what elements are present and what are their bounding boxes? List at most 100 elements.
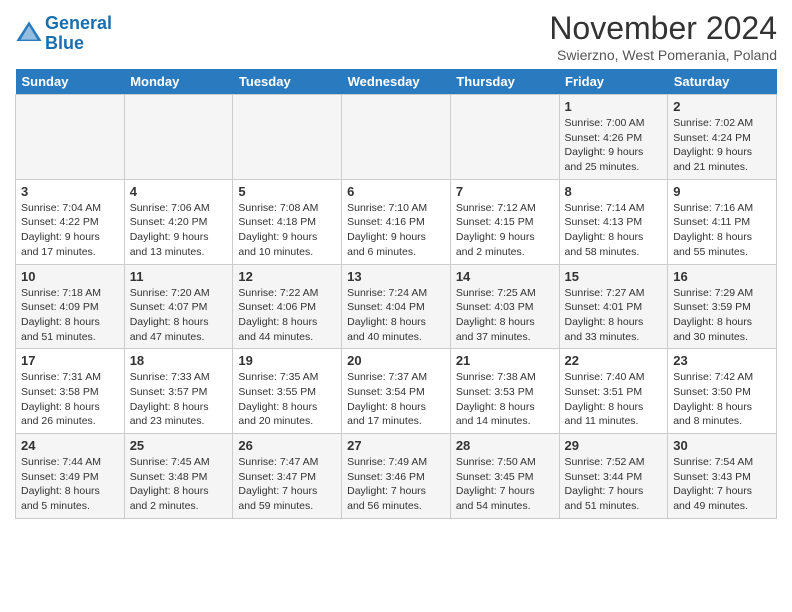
col-tuesday: Tuesday: [233, 69, 342, 95]
calendar-cell: 30 Sunrise: 7:54 AM Sunset: 3:43 PM Dayli…: [668, 434, 777, 519]
calendar-cell: [16, 95, 125, 180]
day-info: Sunrise: 7:45 AM Sunset: 3:48 PM Dayligh…: [130, 455, 228, 514]
header-row: Sunday Monday Tuesday Wednesday Thursday…: [16, 69, 777, 95]
day-info: Sunrise: 7:50 AM Sunset: 3:45 PM Dayligh…: [456, 455, 554, 514]
month-title: November 2024: [549, 10, 777, 47]
logo-text: General Blue: [45, 14, 112, 54]
day-number: 28: [456, 438, 554, 453]
calendar-cell: 9Sunrise: 7:16 AM Sunset: 4:11 PM Daylig…: [668, 179, 777, 264]
day-info: Sunrise: 7:27 AM Sunset: 4:01 PM Dayligh…: [565, 286, 663, 345]
day-info: Sunrise: 7:29 AM Sunset: 3:59 PM Dayligh…: [673, 286, 771, 345]
day-number: 23: [673, 353, 771, 368]
col-wednesday: Wednesday: [342, 69, 451, 95]
calendar-cell: 23 Sunrise: 7:42 AM Sunset: 3:50 PM Dayli…: [668, 349, 777, 434]
logo-line2: Blue: [45, 33, 84, 53]
day-number: 25: [130, 438, 228, 453]
day-info: Sunrise: 7:08 AM Sunset: 4:18 PM Dayligh…: [238, 201, 336, 260]
calendar-cell: 20 Sunrise: 7:37 AM Sunset: 3:54 PM Dayli…: [342, 349, 451, 434]
calendar-cell: 2 Sunrise: 7:02 AM Sunset: 4:24 PM Daylig…: [668, 95, 777, 180]
day-number: 5: [238, 184, 336, 199]
day-info: Sunrise: 7:10 AM Sunset: 4:16 PM Dayligh…: [347, 201, 445, 260]
calendar-cell: 25 Sunrise: 7:45 AM Sunset: 3:48 PM Dayli…: [124, 434, 233, 519]
calendar-cell: 17 Sunrise: 7:31 AM Sunset: 3:58 PM Dayli…: [16, 349, 125, 434]
calendar-cell: 26Sunrise: 7:47 AM Sunset: 3:47 PM Dayli…: [233, 434, 342, 519]
day-number: 20: [347, 353, 445, 368]
page-header: General Blue November 2024 Swierzno, Wes…: [15, 10, 777, 63]
day-info: Sunrise: 7:38 AM Sunset: 3:53 PM Dayligh…: [456, 370, 554, 429]
day-info: Sunrise: 7:20 AM Sunset: 4:07 PM Dayligh…: [130, 286, 228, 345]
col-thursday: Thursday: [450, 69, 559, 95]
calendar-week-2: 10 Sunrise: 7:18 AM Sunset: 4:09 PM Dayli…: [16, 264, 777, 349]
day-info: Sunrise: 7:31 AM Sunset: 3:58 PM Dayligh…: [21, 370, 119, 429]
calendar-week-4: 24Sunrise: 7:44 AM Sunset: 3:49 PM Dayli…: [16, 434, 777, 519]
calendar-cell: 11 Sunrise: 7:20 AM Sunset: 4:07 PM Dayli…: [124, 264, 233, 349]
calendar-cell: 12Sunrise: 7:22 AM Sunset: 4:06 PM Dayli…: [233, 264, 342, 349]
calendar-cell: [342, 95, 451, 180]
calendar-cell: 14 Sunrise: 7:25 AM Sunset: 4:03 PM Dayli…: [450, 264, 559, 349]
calendar-cell: 4Sunrise: 7:06 AM Sunset: 4:20 PM Daylig…: [124, 179, 233, 264]
calendar-cell: 21 Sunrise: 7:38 AM Sunset: 3:53 PM Dayli…: [450, 349, 559, 434]
calendar-cell: 19 Sunrise: 7:35 AM Sunset: 3:55 PM Dayli…: [233, 349, 342, 434]
day-number: 14: [456, 269, 554, 284]
day-info: Sunrise: 7:37 AM Sunset: 3:54 PM Dayligh…: [347, 370, 445, 429]
calendar-cell: 6 Sunrise: 7:10 AM Sunset: 4:16 PM Daylig…: [342, 179, 451, 264]
day-info: Sunrise: 7:06 AM Sunset: 4:20 PM Dayligh…: [130, 201, 228, 260]
day-info: Sunrise: 7:18 AM Sunset: 4:09 PM Dayligh…: [21, 286, 119, 345]
calendar-cell: 5 Sunrise: 7:08 AM Sunset: 4:18 PM Daylig…: [233, 179, 342, 264]
logo-icon: [15, 20, 43, 48]
calendar-cell: 18 Sunrise: 7:33 AM Sunset: 3:57 PM Dayli…: [124, 349, 233, 434]
day-info: Sunrise: 7:54 AM Sunset: 3:43 PM Dayligh…: [673, 455, 771, 514]
day-number: 16: [673, 269, 771, 284]
day-number: 10: [21, 269, 119, 284]
calendar-cell: [233, 95, 342, 180]
day-number: 8: [565, 184, 663, 199]
col-saturday: Saturday: [668, 69, 777, 95]
calendar-body: 1Sunrise: 7:00 AM Sunset: 4:26 PM Daylig…: [16, 95, 777, 519]
day-number: 1: [565, 99, 663, 114]
col-friday: Friday: [559, 69, 668, 95]
day-info: Sunrise: 7:14 AM Sunset: 4:13 PM Dayligh…: [565, 201, 663, 260]
col-monday: Monday: [124, 69, 233, 95]
calendar-cell: 15 Sunrise: 7:27 AM Sunset: 4:01 PM Dayli…: [559, 264, 668, 349]
calendar-cell: 13Sunrise: 7:24 AM Sunset: 4:04 PM Dayli…: [342, 264, 451, 349]
day-number: 26: [238, 438, 336, 453]
day-number: 11: [130, 269, 228, 284]
day-number: 6: [347, 184, 445, 199]
day-info: Sunrise: 7:02 AM Sunset: 4:24 PM Dayligh…: [673, 116, 771, 175]
day-info: Sunrise: 7:33 AM Sunset: 3:57 PM Dayligh…: [130, 370, 228, 429]
day-number: 22: [565, 353, 663, 368]
calendar-cell: 29Sunrise: 7:52 AM Sunset: 3:44 PM Dayli…: [559, 434, 668, 519]
calendar-table: Sunday Monday Tuesday Wednesday Thursday…: [15, 69, 777, 519]
day-number: 18: [130, 353, 228, 368]
day-number: 19: [238, 353, 336, 368]
calendar-cell: [124, 95, 233, 180]
day-number: 30: [673, 438, 771, 453]
day-info: Sunrise: 7:35 AM Sunset: 3:55 PM Dayligh…: [238, 370, 336, 429]
day-info: Sunrise: 7:42 AM Sunset: 3:50 PM Dayligh…: [673, 370, 771, 429]
calendar-cell: 16 Sunrise: 7:29 AM Sunset: 3:59 PM Dayli…: [668, 264, 777, 349]
col-sunday: Sunday: [16, 69, 125, 95]
calendar-cell: 27Sunrise: 7:49 AM Sunset: 3:46 PM Dayli…: [342, 434, 451, 519]
calendar-cell: 7Sunrise: 7:12 AM Sunset: 4:15 PM Daylig…: [450, 179, 559, 264]
calendar-week-0: 1Sunrise: 7:00 AM Sunset: 4:26 PM Daylig…: [16, 95, 777, 180]
day-number: 15: [565, 269, 663, 284]
calendar-cell: [450, 95, 559, 180]
calendar-cell: 22 Sunrise: 7:40 AM Sunset: 3:51 PM Dayli…: [559, 349, 668, 434]
calendar-week-3: 17 Sunrise: 7:31 AM Sunset: 3:58 PM Dayli…: [16, 349, 777, 434]
day-number: 9: [673, 184, 771, 199]
day-number: 2: [673, 99, 771, 114]
day-number: 3: [21, 184, 119, 199]
day-number: 27: [347, 438, 445, 453]
day-info: Sunrise: 7:04 AM Sunset: 4:22 PM Dayligh…: [21, 201, 119, 260]
page-container: General Blue November 2024 Swierzno, Wes…: [0, 0, 792, 524]
calendar-cell: 1Sunrise: 7:00 AM Sunset: 4:26 PM Daylig…: [559, 95, 668, 180]
calendar-cell: 3 Sunrise: 7:04 AM Sunset: 4:22 PM Daylig…: [16, 179, 125, 264]
day-number: 17: [21, 353, 119, 368]
calendar-header: Sunday Monday Tuesday Wednesday Thursday…: [16, 69, 777, 95]
day-info: Sunrise: 7:40 AM Sunset: 3:51 PM Dayligh…: [565, 370, 663, 429]
day-number: 21: [456, 353, 554, 368]
day-info: Sunrise: 7:52 AM Sunset: 3:44 PM Dayligh…: [565, 455, 663, 514]
day-info: Sunrise: 7:44 AM Sunset: 3:49 PM Dayligh…: [21, 455, 119, 514]
day-info: Sunrise: 7:25 AM Sunset: 4:03 PM Dayligh…: [456, 286, 554, 345]
calendar-cell: 24Sunrise: 7:44 AM Sunset: 3:49 PM Dayli…: [16, 434, 125, 519]
